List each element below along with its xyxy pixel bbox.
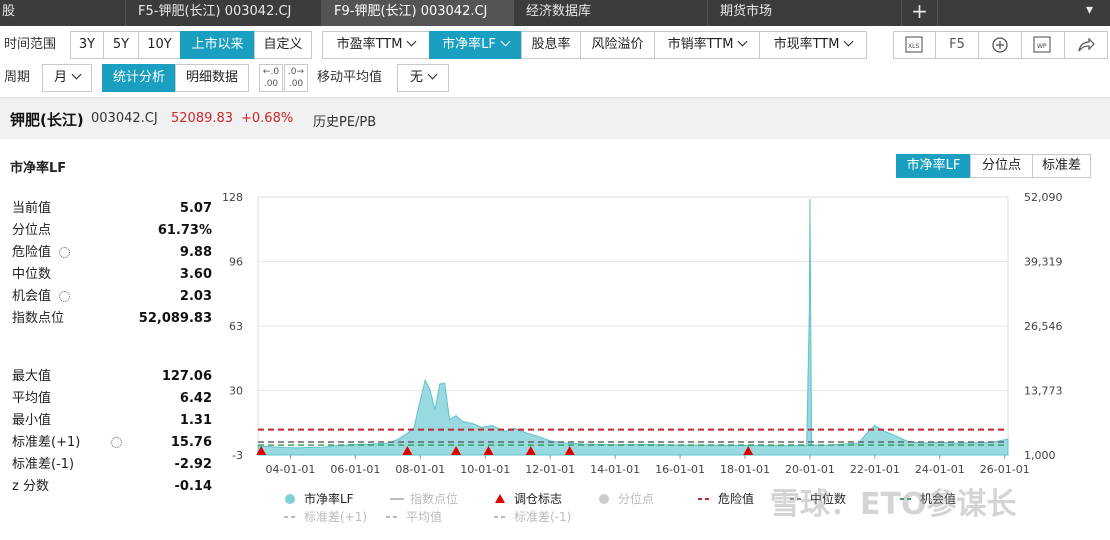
- legend-label: 危险值: [718, 491, 754, 506]
- share-icon[interactable]: [1064, 31, 1108, 59]
- x-tick-label: 22-01-01: [850, 463, 900, 476]
- tab-stock[interactable]: 股: [0, 0, 126, 26]
- y-tick-label-left: -3: [232, 449, 243, 462]
- y-tick-label-right: 26,546: [1024, 320, 1063, 333]
- add-tab-icon[interactable]: +: [902, 0, 938, 26]
- tab-bar: 股 F5-钾肥(长江) 003042.CJ F9-钾肥(长江) 003042.C…: [0, 0, 1110, 26]
- tab-f5[interactable]: F5-钾肥(长江) 003042.CJ: [126, 0, 322, 26]
- legend-marker: [285, 494, 295, 504]
- x-tick-label: 24-01-01: [915, 463, 965, 476]
- chevron-down-icon: [406, 36, 417, 47]
- legend-label: 平均值: [406, 509, 442, 524]
- content-panel: 市净率LF 市净率LF 分位点 标准差 当前值 5.07 分位点 61.73% 危险值 9…: [0, 139, 1110, 540]
- metric-risk-premium-button[interactable]: 风险溢价: [580, 31, 655, 59]
- x-tick-label: 20-01-01: [785, 463, 835, 476]
- chevron-down-icon: [427, 69, 438, 80]
- watermark: 雪球：ETO参谋长: [770, 487, 1017, 522]
- range-custom-button[interactable]: 自定义: [254, 31, 312, 59]
- metric-pe-ttm-button[interactable]: 市盈率TTM: [322, 31, 430, 59]
- legend-label: 标准差(+1): [304, 510, 367, 524]
- y-tick-label-left: 96: [229, 256, 243, 269]
- period-label: 周期: [4, 70, 31, 85]
- x-tick-label: 10-01-01: [460, 463, 510, 476]
- chevron-down-icon: [737, 36, 748, 47]
- legend-label: 调仓标志: [514, 492, 562, 506]
- svg-text:WP: WP: [1037, 43, 1047, 50]
- x-tick-label: 12-01-01: [525, 463, 575, 476]
- x-tick-label: 14-01-01: [590, 463, 640, 476]
- chevron-down-icon: [500, 36, 511, 47]
- y-tick-label-right: 13,773: [1024, 385, 1063, 398]
- legend-label: 标准差(-1): [514, 510, 571, 524]
- x-tick-label: 16-01-01: [655, 463, 705, 476]
- tab-futures[interactable]: 期货市场: [708, 0, 902, 26]
- y-tick-label-right: 1,000: [1024, 449, 1056, 462]
- toolbar-row-2: 周期 月 统计分析 明细数据 ←.0.00 .0→ .00 移动平均值 无: [0, 64, 1110, 92]
- add-circle-icon[interactable]: [978, 31, 1022, 59]
- security-code: 003042.CJ: [91, 111, 158, 126]
- y-tick-label-left: 63: [229, 320, 243, 333]
- metric-pb-lf-button[interactable]: 市净率LF: [429, 31, 522, 59]
- range-10y-button[interactable]: 10Y: [138, 31, 181, 59]
- legend-marker: [495, 494, 505, 503]
- svg-text:XLS: XLS: [908, 43, 919, 50]
- moving-average-label: 移动平均值: [317, 70, 383, 85]
- security-change: +0.68%: [241, 111, 294, 126]
- x-tick-label: 18-01-01: [720, 463, 770, 476]
- y-tick-label-right: 52,090: [1024, 191, 1063, 204]
- security-header: 钾肥(长江) 003042.CJ 52089.83 +0.68% 历史PE/PB: [0, 97, 1110, 139]
- x-tick-label: 06-01-01: [330, 463, 380, 476]
- range-5y-button[interactable]: 5Y: [103, 31, 139, 59]
- x-tick-label: 04-01-01: [265, 463, 315, 476]
- tab-f9[interactable]: F9-钾肥(长江) 003042.CJ: [322, 0, 514, 26]
- legend-label: 市净率LF: [304, 491, 354, 506]
- wp-icon[interactable]: WP: [1021, 31, 1065, 59]
- metric-dividend-yield-button[interactable]: 股息率: [521, 31, 581, 59]
- moving-average-select[interactable]: 无: [397, 64, 449, 92]
- legend-marker: [599, 494, 609, 504]
- range-since-listing-button[interactable]: 上市以来: [180, 31, 255, 59]
- metric-ps-ttm-button[interactable]: 市销率TTM: [654, 31, 760, 59]
- chevron-down-icon: [843, 36, 854, 47]
- range-3y-button[interactable]: 3Y: [70, 31, 104, 59]
- security-price: 52089.83: [171, 111, 234, 126]
- y-tick-label-left: 128: [222, 191, 243, 204]
- range-label: 时间范围: [4, 37, 57, 52]
- page-title: 历史PE/PB: [313, 115, 377, 130]
- chevron-down-icon[interactable]: ▾: [1086, 2, 1093, 18]
- detail-data-tab[interactable]: 明细数据: [175, 64, 249, 92]
- period-select[interactable]: 月: [42, 64, 92, 92]
- x-tick-label: 26-01-01: [980, 463, 1030, 476]
- series-area-pb-lf: [257, 198, 1009, 456]
- stats-analysis-tab[interactable]: 统计分析: [102, 64, 176, 92]
- toolbar-row-1: 时间范围 3Y 5Y 10Y 上市以来 自定义 市盈率TTM 市净率LF 股息率…: [0, 31, 1110, 59]
- x-tick-label: 08-01-01: [395, 463, 445, 476]
- decimal-increase-icon[interactable]: .0→ .00: [284, 64, 308, 92]
- xls-icon[interactable]: XLS: [893, 31, 936, 59]
- tab-economic-db[interactable]: 经济数据库: [514, 0, 708, 26]
- y-tick-label-left: 30: [229, 385, 243, 398]
- y-tick-label-right: 39,319: [1024, 256, 1063, 269]
- metric-pcf-ttm-button[interactable]: 市现率TTM: [759, 31, 867, 59]
- security-name: 钾肥(长江): [10, 111, 84, 129]
- f5-button[interactable]: F5: [935, 31, 979, 59]
- chevron-down-icon: [71, 69, 82, 80]
- legend-label: 指数点位: [410, 491, 458, 506]
- legend-label: 分位点: [618, 491, 654, 506]
- decimal-decrease-icon[interactable]: ←.0.00: [259, 64, 283, 92]
